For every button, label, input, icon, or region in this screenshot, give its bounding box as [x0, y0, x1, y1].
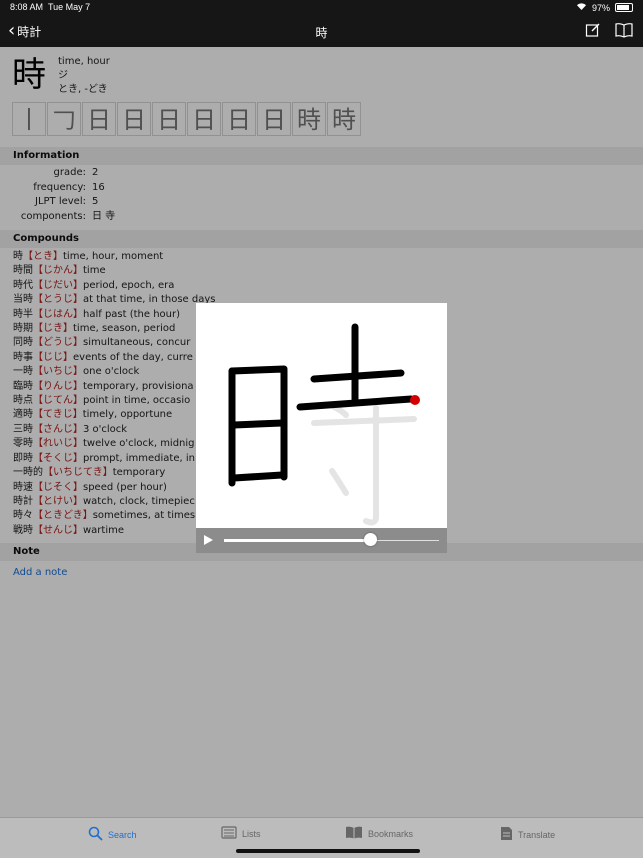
tab-bookmarks[interactable]: Bookmarks: [345, 826, 413, 841]
progress-thumb[interactable]: [363, 533, 377, 546]
navigation-bar: ‹ 時計 時: [0, 16, 643, 47]
tab-label: Search: [108, 829, 137, 840]
progress-fill: [224, 539, 371, 542]
tab-label: Bookmarks: [368, 828, 414, 839]
stroke-animation-canvas: [196, 303, 447, 528]
nav-actions: [585, 22, 633, 38]
edit-icon[interactable]: [585, 22, 601, 38]
status-time: 8:08 AM: [10, 2, 44, 12]
tab-lists[interactable]: Lists: [221, 826, 261, 841]
search-icon: [88, 826, 103, 843]
playback-controls: [196, 528, 447, 553]
tab-label: Lists: [242, 828, 261, 839]
lists-icon: [221, 826, 237, 841]
stroke-animation-player: [196, 303, 447, 553]
bookmarks-icon: [345, 826, 363, 841]
status-bar: 8:08 AM Tue May 7 97%: [0, 0, 643, 16]
battery-icon: [615, 3, 633, 12]
book-icon[interactable]: [615, 22, 633, 38]
tab-search[interactable]: Search: [88, 826, 137, 843]
status-date: Tue May 7: [48, 2, 91, 12]
tab-label: Translate: [518, 829, 556, 840]
play-icon[interactable]: [204, 535, 213, 545]
battery-percent: 97%: [591, 2, 610, 13]
status-right: 97%: [576, 2, 633, 13]
wifi-icon: [576, 2, 587, 13]
translate-icon: [500, 826, 513, 843]
page-title: 時: [315, 26, 328, 40]
home-indicator: [236, 849, 420, 853]
tab-translate[interactable]: Translate: [500, 826, 555, 843]
